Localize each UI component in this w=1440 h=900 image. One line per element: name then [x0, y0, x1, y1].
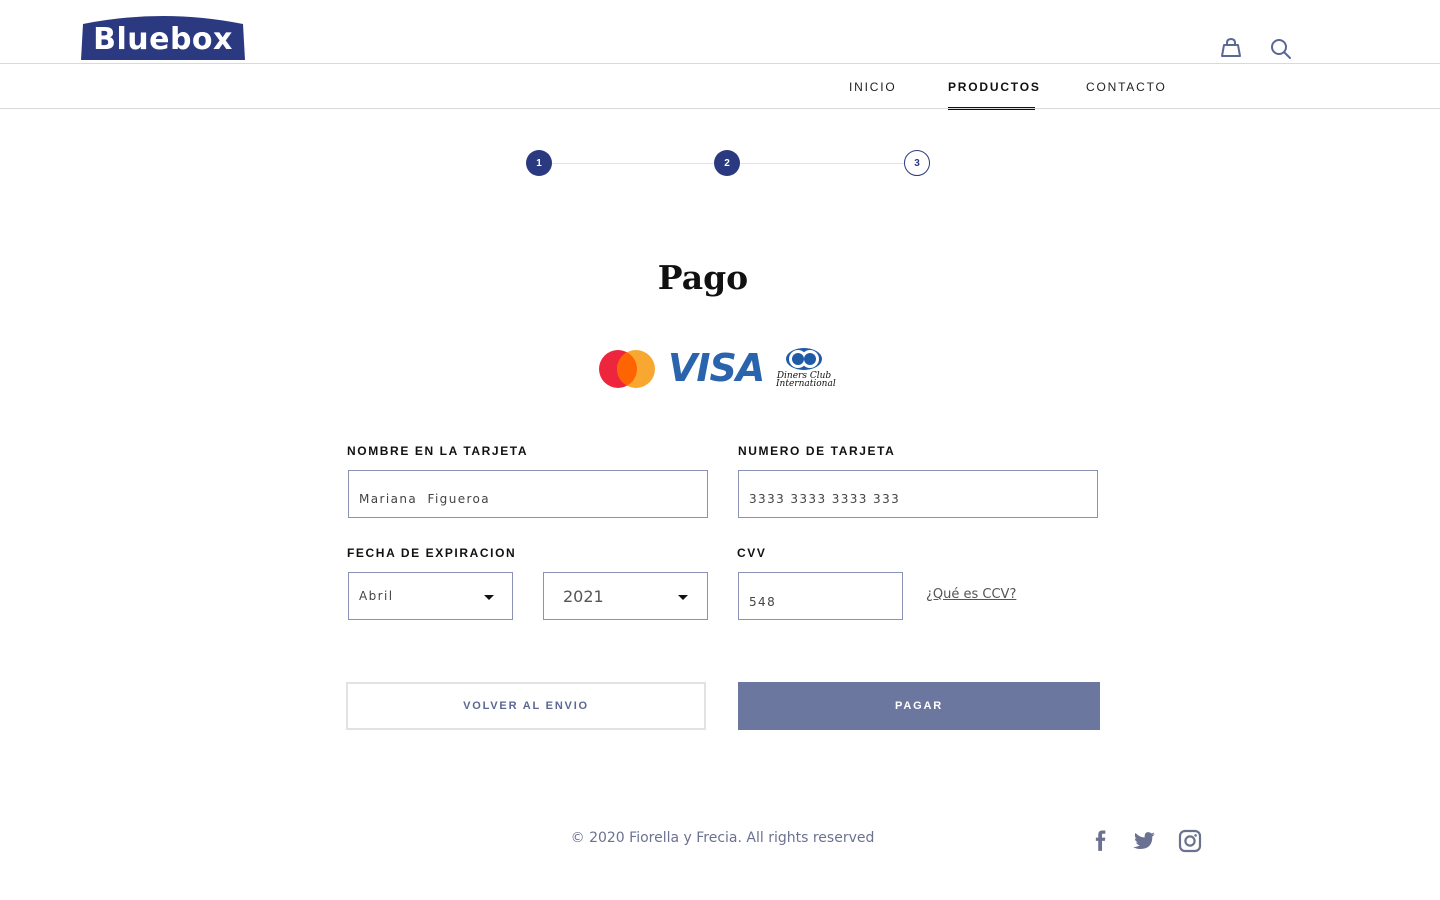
- cvv-help-link[interactable]: ¿Qué es CCV?: [926, 587, 1016, 602]
- card-number-value: 3333 3333 3333 333: [749, 491, 901, 506]
- cvv-value: 548: [749, 594, 777, 609]
- expiration-month-select[interactable]: Abril: [348, 572, 513, 620]
- step-2: 2: [714, 150, 740, 176]
- expiration-label: FECHA DE EXPIRACION: [347, 546, 517, 560]
- card-name-input[interactable]: Mariana Figueroa: [348, 470, 708, 518]
- pay-button[interactable]: PAGAR: [738, 682, 1100, 730]
- facebook-icon[interactable]: [1093, 829, 1109, 853]
- expiration-year-select[interactable]: 2021: [543, 572, 708, 620]
- cvv-label: CVV: [737, 546, 767, 560]
- nav-item-contacto[interactable]: CONTACTO: [1086, 80, 1167, 94]
- expiration-year-value: 2021: [563, 586, 604, 606]
- step-1: 1: [526, 150, 552, 176]
- nav-item-inicio[interactable]: INICIO: [849, 80, 896, 94]
- chevron-down-icon: [484, 595, 494, 600]
- back-to-shipping-button[interactable]: VOLVER AL ENVIO: [346, 682, 706, 730]
- nav-item-productos[interactable]: PRODUCTOS: [948, 80, 1041, 94]
- instagram-icon[interactable]: [1178, 829, 1202, 853]
- visa-logo: VISA: [668, 346, 765, 390]
- nav-divider: [0, 108, 1440, 109]
- header-divider: [0, 63, 1440, 64]
- card-name-value: Mariana Figueroa: [359, 491, 491, 506]
- chevron-down-icon: [678, 595, 688, 600]
- search-icon[interactable]: [1269, 36, 1293, 60]
- expiration-month-value: Abril: [359, 589, 394, 603]
- brand-logo[interactable]: Bluebox: [81, 14, 245, 60]
- card-number-input[interactable]: 3333 3333 3333 333: [738, 470, 1098, 518]
- shopping-bag-icon[interactable]: [1219, 36, 1243, 60]
- logo-text: Bluebox: [93, 22, 233, 57]
- twitter-icon[interactable]: [1132, 829, 1156, 853]
- card-number-label: NUMERO DE TARJETA: [738, 444, 896, 458]
- step-3: 3: [904, 150, 930, 176]
- mastercard-logo: [599, 350, 655, 388]
- cvv-input[interactable]: 548: [738, 572, 903, 620]
- step-connector: [740, 163, 904, 164]
- step-connector: [551, 163, 714, 164]
- copyright-text: © 2020 Fiorella y Frecia. All rights res…: [570, 830, 875, 846]
- diners-club-wordmark: Diners Club International: [776, 371, 836, 389]
- card-name-label: NOMBRE EN LA TARJETA: [347, 444, 529, 458]
- page-title: Pago: [657, 258, 749, 297]
